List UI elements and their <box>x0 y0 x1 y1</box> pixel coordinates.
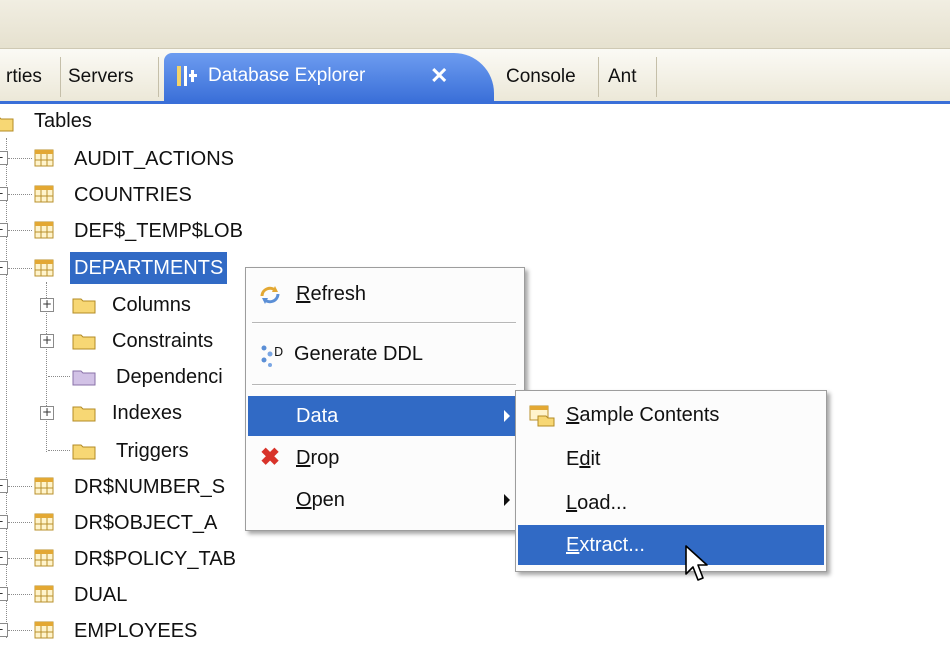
table-icon <box>34 259 54 277</box>
tree-node-constraints[interactable]: Constraints <box>112 324 213 358</box>
generate-ddl-icon: D <box>261 345 283 367</box>
menu-item-open[interactable]: Open <box>248 480 522 520</box>
expand-icon[interactable]: - <box>0 623 8 637</box>
tree-node-indexes[interactable]: Indexes <box>112 396 182 430</box>
expand-icon[interactable]: + <box>40 334 54 348</box>
delete-icon: ✖ <box>260 444 281 471</box>
tree-connector <box>8 230 32 232</box>
tab-separator <box>60 57 61 97</box>
tree-connector <box>8 194 32 196</box>
tree-node-table[interactable]: DR$NUMBER_S <box>74 470 225 504</box>
menu-item-label: Sample Contents <box>566 404 720 426</box>
tree-connector <box>8 558 32 560</box>
tree-connector <box>8 486 32 488</box>
expand-icon[interactable]: - <box>0 551 8 565</box>
tree-node-table[interactable]: DUAL <box>74 578 127 612</box>
tree-node-table[interactable]: DEF$_TEMP$LOB <box>74 214 243 248</box>
tab-separator <box>158 57 159 97</box>
menu-item-label: Load... <box>566 492 628 514</box>
tab-database-explorer[interactable]: Database Explorer ✕ <box>164 53 494 102</box>
tree-node-columns[interactable]: Columns <box>112 288 191 322</box>
view-tab-strip: rties Servers Database Explorer ✕ Consol… <box>0 48 950 104</box>
tab-separator <box>656 57 657 97</box>
tab-console[interactable]: Console <box>506 55 576 99</box>
database-explorer-icon <box>177 66 197 86</box>
expand-icon[interactable]: - <box>0 187 8 201</box>
mouse-cursor-icon <box>685 545 708 581</box>
submenu-arrow-icon <box>504 410 510 422</box>
folder-icon <box>72 406 96 422</box>
menu-item-generate-ddl[interactable]: D Generate DDL <box>248 334 522 374</box>
menu-item-label: Refresh <box>296 283 367 305</box>
folder-icon <box>72 444 96 460</box>
expand-icon[interactable]: + <box>40 298 54 312</box>
submenu-arrow-icon <box>504 494 510 506</box>
menu-item-label: Open <box>296 489 345 511</box>
top-toolbar-area <box>0 0 950 48</box>
folder-icon <box>72 298 96 314</box>
tree-connector <box>48 450 70 452</box>
close-icon[interactable]: ✕ <box>430 53 448 99</box>
tree-node-table[interactable]: COUNTRIES <box>74 178 192 212</box>
table-icon <box>34 221 54 239</box>
context-menu: Refresh D Generate DDL Data ✖ Drop Open <box>245 267 525 531</box>
menu-separator <box>252 384 516 386</box>
tree-node-triggers[interactable]: Triggers <box>116 434 189 468</box>
menu-item-sample-contents[interactable]: Sample Contents <box>518 395 824 435</box>
table-icon <box>34 477 54 495</box>
tree-connector <box>8 268 32 270</box>
tree-node-table[interactable]: DR$POLICY_TAB <box>74 542 236 576</box>
menu-item-label: Data <box>296 405 339 427</box>
tree-connector <box>8 630 32 632</box>
menu-item-label: Extract... <box>566 534 645 556</box>
folder-icon <box>0 117 14 132</box>
expand-icon[interactable]: - <box>0 151 8 165</box>
menu-item-data[interactable]: Data <box>248 396 522 436</box>
expand-icon[interactable]: - <box>0 587 8 601</box>
menu-item-edit[interactable]: Edit <box>518 439 824 479</box>
tree-connector <box>48 376 70 378</box>
menu-item-drop[interactable]: ✖ Drop <box>248 438 522 478</box>
tree-node-tables[interactable]: Tables <box>34 104 92 138</box>
menu-item-refresh[interactable]: Refresh <box>248 274 522 314</box>
tree-connector <box>8 522 32 524</box>
menu-item-label: Edit <box>566 448 601 470</box>
expand-icon[interactable]: - <box>0 223 8 237</box>
table-icon <box>34 549 54 567</box>
table-icon <box>34 149 54 167</box>
tree-connector <box>8 594 32 596</box>
svg-text:D: D <box>274 345 283 359</box>
folder-icon <box>72 334 96 350</box>
tab-ant[interactable]: Ant <box>608 55 637 99</box>
table-icon <box>34 585 54 603</box>
expand-icon[interactable]: - <box>0 515 8 529</box>
table-icon <box>34 185 54 203</box>
tab-label: Database Explorer <box>208 65 366 86</box>
tree-connector <box>8 158 32 160</box>
collapse-icon[interactable]: - <box>0 261 8 275</box>
menu-item-extract[interactable]: Extract... <box>518 525 824 565</box>
data-submenu: Sample Contents Edit Load... Extract... <box>515 390 827 572</box>
table-icon <box>34 513 54 531</box>
tree-node-dependencies[interactable]: Dependenci <box>116 360 223 394</box>
menu-item-label: Generate DDL <box>294 343 423 365</box>
expand-icon[interactable]: + <box>40 406 54 420</box>
tab-servers[interactable]: Servers <box>68 55 133 99</box>
sample-contents-icon <box>529 405 555 427</box>
tree-node-departments-selected[interactable]: DEPARTMENTS <box>70 252 228 284</box>
refresh-icon <box>260 286 280 304</box>
menu-item-load[interactable]: Load... <box>518 483 824 523</box>
table-icon <box>34 621 54 639</box>
tree-node-table[interactable]: EMPLOYEES <box>74 614 197 648</box>
expand-icon[interactable]: - <box>0 479 8 493</box>
tree-node-table[interactable]: AUDIT_ACTIONS <box>74 142 234 176</box>
folder-icon <box>72 370 96 386</box>
tab-separator <box>598 57 599 97</box>
menu-item-label: Drop <box>296 447 340 469</box>
tab-properties[interactable]: rties <box>6 55 42 99</box>
tree-node-table[interactable]: DR$OBJECT_A <box>74 506 217 540</box>
menu-separator <box>252 322 516 324</box>
